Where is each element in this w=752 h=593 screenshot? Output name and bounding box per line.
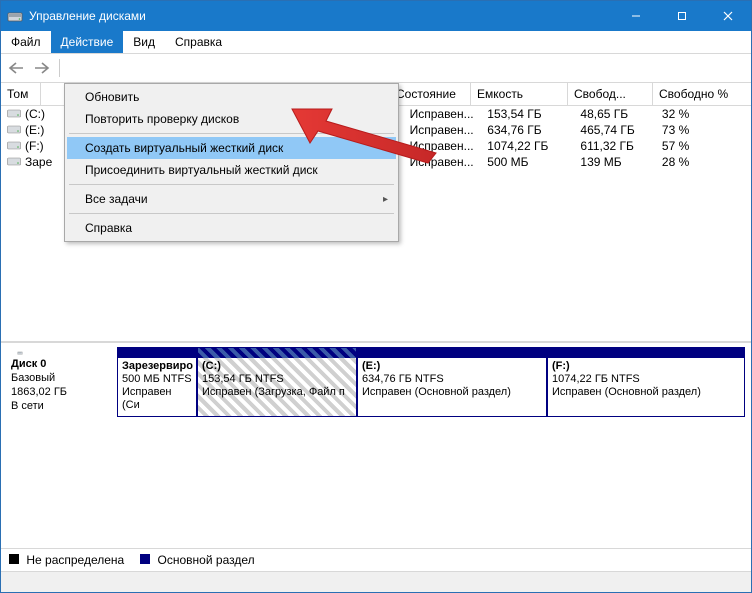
part-size: 500 МБ NTFS — [122, 373, 192, 386]
partition-c[interactable]: (C:) 153,54 ГБ NTFS Исправен (Загрузка, … — [197, 347, 357, 417]
drive-icon — [7, 157, 21, 167]
window-title: Управление дисками — [29, 9, 613, 23]
part-size: 153,54 ГБ NTFS — [202, 373, 352, 386]
part-size: 1074,22 ГБ NTFS — [552, 373, 740, 386]
volume-free: 139 МБ — [574, 155, 656, 169]
nav-forward-button[interactable] — [31, 57, 53, 79]
volume-capacity: 153,54 ГБ — [481, 107, 574, 121]
volume-free-pct: 28 % — [656, 155, 751, 169]
disk0-label[interactable]: Диск 0 Базовый 1863,02 ГБ В сети — [5, 347, 117, 417]
legend-unallocated: Не распределена — [9, 553, 124, 567]
col-free[interactable]: Свобод... — [568, 83, 653, 105]
col-capacity[interactable]: Емкость — [471, 83, 568, 105]
volume-free: 611,32 ГБ — [574, 139, 656, 153]
disk0-online: В сети — [11, 399, 111, 413]
part-size: 634,76 ГБ NTFS — [362, 373, 542, 386]
partition-f[interactable]: (F:) 1074,22 ГБ NTFS Исправен (Основной … — [547, 347, 745, 417]
volume-state: Исправен... — [404, 123, 482, 137]
volume-capacity: 634,76 ГБ — [481, 123, 574, 137]
volume-free: 48,65 ГБ — [574, 107, 656, 121]
disk0-type: Базовый — [11, 371, 111, 385]
dd-all-tasks[interactable]: Все задачи — [67, 188, 396, 210]
part-status: Исправен (Загрузка, Файл п — [202, 386, 352, 399]
dd-create-vhd[interactable]: Создать виртуальный жесткий диск — [67, 137, 396, 159]
maximize-button[interactable] — [659, 1, 705, 31]
volume-free-pct: 73 % — [656, 123, 751, 137]
dd-refresh[interactable]: Обновить — [67, 86, 396, 108]
statusbar — [1, 571, 751, 592]
volume-capacity: 1074,22 ГБ — [481, 139, 574, 153]
menu-view[interactable]: Вид — [123, 31, 165, 53]
part-name: (C:) — [202, 360, 352, 373]
volume-name: Заре — [25, 155, 52, 169]
col-state[interactable]: Состояние — [390, 83, 471, 105]
part-status: Исправен (Основной раздел) — [552, 386, 740, 399]
volume-name: (E:) — [25, 123, 44, 137]
app-icon — [7, 8, 23, 24]
swatch-primary-icon — [140, 554, 150, 564]
drive-icon — [7, 125, 21, 135]
disk0-size: 1863,02 ГБ — [11, 385, 111, 399]
disk-icon — [11, 351, 29, 355]
swatch-unallocated-icon — [9, 554, 19, 564]
drive-icon — [7, 141, 21, 151]
dd-help[interactable]: Справка — [67, 217, 396, 239]
drive-icon — [7, 109, 21, 119]
disk-map: Диск 0 Базовый 1863,02 ГБ В сети Зарезер… — [1, 342, 751, 548]
dd-attach-vhd[interactable]: Присоединить виртуальный жесткий диск — [67, 159, 396, 181]
part-name: Зарезервиро — [122, 360, 192, 373]
col-free-pct[interactable]: Свободно % — [653, 83, 751, 105]
menu-help[interactable]: Справка — [165, 31, 232, 53]
volume-free: 465,74 ГБ — [574, 123, 656, 137]
menubar: Файл Действие Вид Справка — [1, 31, 751, 54]
volume-name: (F:) — [25, 139, 44, 153]
titlebar: Управление дисками — [1, 1, 751, 31]
partition-e[interactable]: (E:) 634,76 ГБ NTFS Исправен (Основной р… — [357, 347, 547, 417]
volume-free-pct: 32 % — [656, 107, 751, 121]
disk0-title: Диск 0 — [11, 357, 111, 371]
volume-state: Исправен... — [404, 107, 482, 121]
minimize-button[interactable] — [613, 1, 659, 31]
part-status: Исправен (Основной раздел) — [362, 386, 542, 399]
toolbar — [1, 54, 751, 83]
action-dropdown: Обновить Повторить проверку дисков Созда… — [64, 83, 399, 242]
volume-list: Том Состояние Емкость Свобод... Свободно… — [1, 83, 751, 342]
legend: Не распределена Основной раздел — [1, 548, 751, 571]
volume-state: Исправен... — [404, 139, 482, 153]
part-name: (E:) — [362, 360, 542, 373]
nav-back-button[interactable] — [5, 57, 27, 79]
volume-free-pct: 57 % — [656, 139, 751, 153]
dd-rescan[interactable]: Повторить проверку дисков — [67, 108, 396, 130]
partition-reserved[interactable]: Зарезервиро 500 МБ NTFS Исправен (Си — [117, 347, 197, 417]
volume-state: Исправен... — [404, 155, 482, 169]
menu-action[interactable]: Действие — [51, 31, 124, 53]
menu-file[interactable]: Файл — [1, 31, 51, 53]
close-button[interactable] — [705, 1, 751, 31]
col-volume[interactable]: Том — [1, 83, 41, 105]
volume-capacity: 500 МБ — [481, 155, 574, 169]
part-name: (F:) — [552, 360, 740, 373]
legend-primary: Основной раздел — [140, 553, 254, 567]
volume-name: (C:) — [25, 107, 45, 121]
part-status: Исправен (Си — [122, 386, 192, 412]
